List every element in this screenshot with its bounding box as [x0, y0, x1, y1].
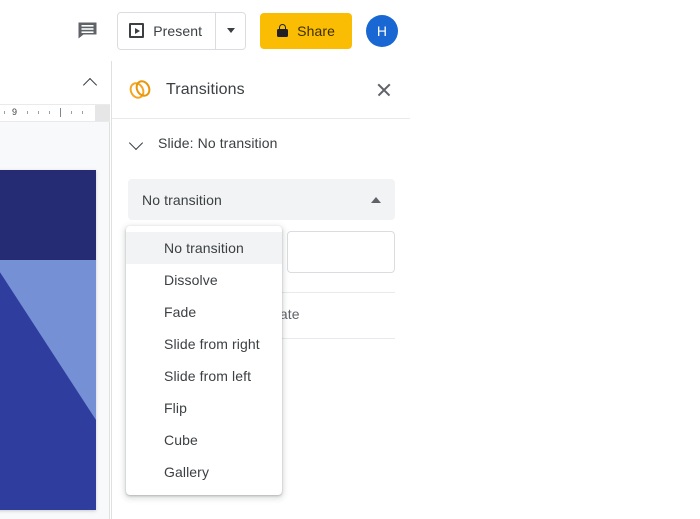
ruler-tick-major	[60, 108, 61, 117]
dropdown-item-cube[interactable]: Cube	[126, 424, 282, 456]
ruler-tick	[4, 111, 5, 114]
transition-type-select[interactable]: No transition	[128, 179, 395, 220]
transition-duration-control[interactable]	[287, 231, 395, 273]
present-label: Present	[153, 22, 203, 39]
present-options-button[interactable]	[215, 12, 246, 49]
ruler-tick	[27, 111, 28, 114]
dropdown-item-no-transition[interactable]: No transition	[126, 232, 282, 264]
avatar[interactable]: H	[366, 14, 398, 47]
toolbar-actions: Present Share H	[71, 0, 398, 61]
present-play-icon	[129, 23, 145, 38]
dropdown-item-gallery[interactable]: Gallery	[126, 456, 282, 488]
dropdown-item-fade[interactable]: Fade	[126, 296, 282, 328]
slide-transition-section-header[interactable]: Slide: No transition	[112, 119, 410, 166]
dropdown-item-dissolve[interactable]: Dissolve	[126, 264, 282, 296]
ruler-tick	[38, 111, 39, 114]
close-icon[interactable]	[372, 78, 396, 102]
horizontal-ruler[interactable]: 9	[0, 105, 110, 122]
dropdown-item-slide-from-right[interactable]: Slide from right	[126, 328, 282, 360]
chevron-up-icon[interactable]	[82, 73, 100, 91]
share-label: Share	[297, 22, 335, 39]
transition-type-dropdown-menu: No transition Dissolve Fade Slide from r…	[126, 226, 282, 495]
share-button[interactable]: Share	[260, 12, 352, 49]
transitions-icon	[126, 77, 154, 102]
comment-icon	[78, 22, 97, 39]
page-title: Transitions	[166, 80, 245, 98]
lock-icon	[277, 24, 289, 37]
present-button[interactable]: Present	[118, 12, 216, 49]
ruler-tick	[71, 111, 72, 114]
transitions-panel-header: Transitions	[112, 61, 410, 119]
top-toolbar: Present Share H	[0, 0, 700, 61]
chevron-down-icon	[127, 133, 147, 153]
ruler-tick	[49, 111, 50, 114]
chevron-down-icon	[226, 28, 235, 33]
ruler-inactive-region	[95, 105, 110, 121]
dropdown-item-flip[interactable]: Flip	[126, 392, 282, 424]
chevron-up-icon	[371, 196, 381, 203]
slide-canvas-area	[0, 122, 110, 519]
toolbar-collapse-bar	[0, 61, 110, 105]
comments-button[interactable]	[71, 15, 103, 47]
slide-transition-label: Slide: No transition	[158, 134, 278, 151]
slide-shape-top	[0, 170, 96, 260]
ruler-tick	[82, 111, 83, 114]
slide-thumbnail[interactable]	[0, 170, 96, 510]
transition-type-value: No transition	[142, 191, 222, 208]
ruler-number: 9	[12, 107, 18, 117]
dropdown-item-slide-from-left[interactable]: Slide from left	[126, 360, 282, 392]
present-button-group: Present	[117, 11, 247, 50]
